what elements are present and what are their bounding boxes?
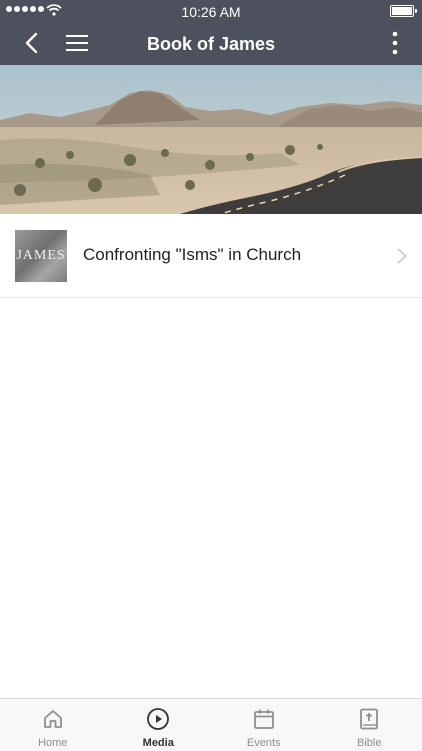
status-bar: 10:26 AM	[0, 0, 422, 22]
page-title: Book of James	[80, 34, 342, 55]
tab-media[interactable]: Media	[106, 699, 212, 751]
status-time: 10:26 AM	[0, 4, 422, 20]
battery-icon	[390, 5, 414, 17]
tab-bible-label: Bible	[317, 737, 422, 749]
home-icon	[41, 707, 65, 731]
tab-events-label: Events	[211, 737, 317, 749]
play-circle-icon	[146, 707, 170, 731]
tab-media-label: Media	[106, 737, 212, 749]
calendar-icon	[252, 707, 276, 731]
series-thumbnail: JAMES	[15, 230, 67, 282]
more-vertical-icon[interactable]	[390, 30, 400, 56]
tab-events[interactable]: Events	[211, 699, 317, 751]
tab-bible[interactable]: Bible	[317, 699, 422, 751]
list-item[interactable]: JAMES Confronting "Isms" in Church	[0, 214, 422, 298]
series-banner-image	[0, 65, 422, 214]
nav-bar: Book of James	[0, 22, 422, 65]
tab-home[interactable]: Home	[0, 699, 106, 751]
bible-icon	[357, 707, 381, 731]
thumbnail-text: JAMES	[16, 248, 65, 264]
app-header: 10:26 AM Book of James	[0, 0, 422, 65]
tab-home-label: Home	[0, 737, 106, 749]
tab-bar: Home Media Events Bible	[0, 698, 422, 751]
desert-road-illustration	[0, 65, 422, 214]
list-item-title: Confronting "Isms" in Church	[83, 245, 301, 265]
chevron-right-icon	[396, 247, 408, 265]
back-arrow-icon[interactable]	[20, 30, 46, 56]
